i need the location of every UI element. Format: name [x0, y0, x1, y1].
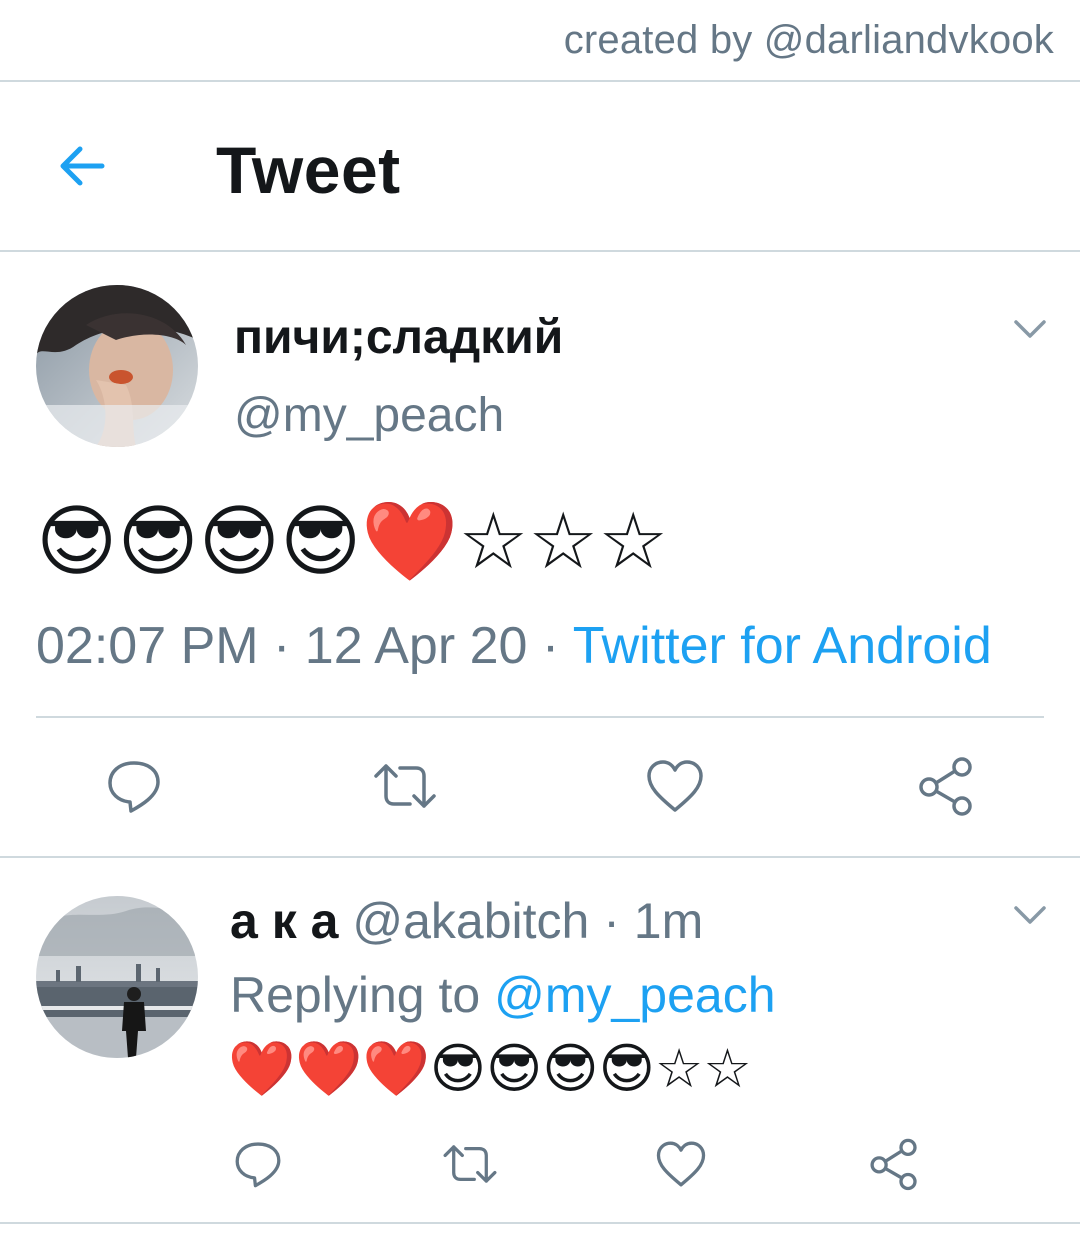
arrow-left-icon — [60, 146, 105, 186]
tweet-source-link[interactable]: Twitter for Android — [573, 617, 992, 675]
avatar[interactable] — [36, 896, 198, 1058]
top-bar: Tweet — [0, 82, 1080, 250]
user-handle[interactable]: @my_peach — [234, 388, 504, 443]
replying-to-label: Replying to — [230, 967, 481, 1023]
tweet-time: 02:07 PM — [36, 617, 259, 675]
like-button[interactable] — [644, 756, 706, 816]
divider — [0, 1222, 1080, 1224]
reply-icon — [235, 1142, 281, 1188]
back-button[interactable] — [52, 134, 116, 198]
reply-handle[interactable]: @akabitch — [352, 893, 589, 949]
avatar[interactable] — [36, 285, 198, 447]
reply-header: а к а @akabitch · 1m — [230, 892, 703, 950]
divider — [0, 856, 1080, 858]
reply-icon — [108, 761, 160, 813]
replying-to: Replying to @my_peach — [230, 966, 776, 1024]
like-button[interactable] — [654, 1138, 708, 1190]
meta-separator: · — [527, 617, 573, 675]
share-button[interactable] — [914, 754, 978, 818]
retweet-button[interactable] — [370, 756, 440, 816]
like-icon — [647, 760, 703, 812]
retweet-icon — [443, 1145, 497, 1183]
like-icon — [656, 1141, 706, 1187]
chevron-down-icon — [1014, 906, 1046, 924]
tweet-options-button[interactable] — [1010, 314, 1050, 344]
reply-button[interactable] — [232, 1138, 284, 1190]
reply-text: ❤️❤️❤️😎😎😎😎☆☆ — [228, 1037, 752, 1100]
credit-watermark: created by @darliandvkook — [563, 18, 1054, 62]
tweet-date: 12 Apr 20 — [304, 617, 528, 675]
chevron-down-icon — [1014, 320, 1046, 338]
meta-separator: · — [258, 617, 305, 675]
divider — [36, 716, 1044, 718]
reply-age: · 1m — [603, 893, 704, 949]
page-title: Tweet — [216, 133, 401, 207]
share-icon — [919, 757, 972, 816]
share-icon — [870, 1138, 917, 1191]
share-button[interactable] — [866, 1136, 922, 1192]
replying-to-mention[interactable]: @my_peach — [494, 967, 775, 1023]
retweet-button[interactable] — [440, 1138, 500, 1190]
reply-display-name[interactable]: а к а — [230, 893, 338, 949]
tweet-options-button[interactable] — [1010, 900, 1050, 930]
tweet-text: 😎😎😎😎❤️☆☆☆ — [36, 497, 669, 587]
tweet-meta: 02:07 PM · 12 Apr 20 · Twitter for Andro… — [36, 616, 992, 676]
retweet-icon — [374, 764, 436, 808]
display-name[interactable]: пичи;сладкий — [234, 310, 563, 365]
divider — [0, 250, 1080, 252]
reply-button[interactable] — [104, 756, 164, 816]
